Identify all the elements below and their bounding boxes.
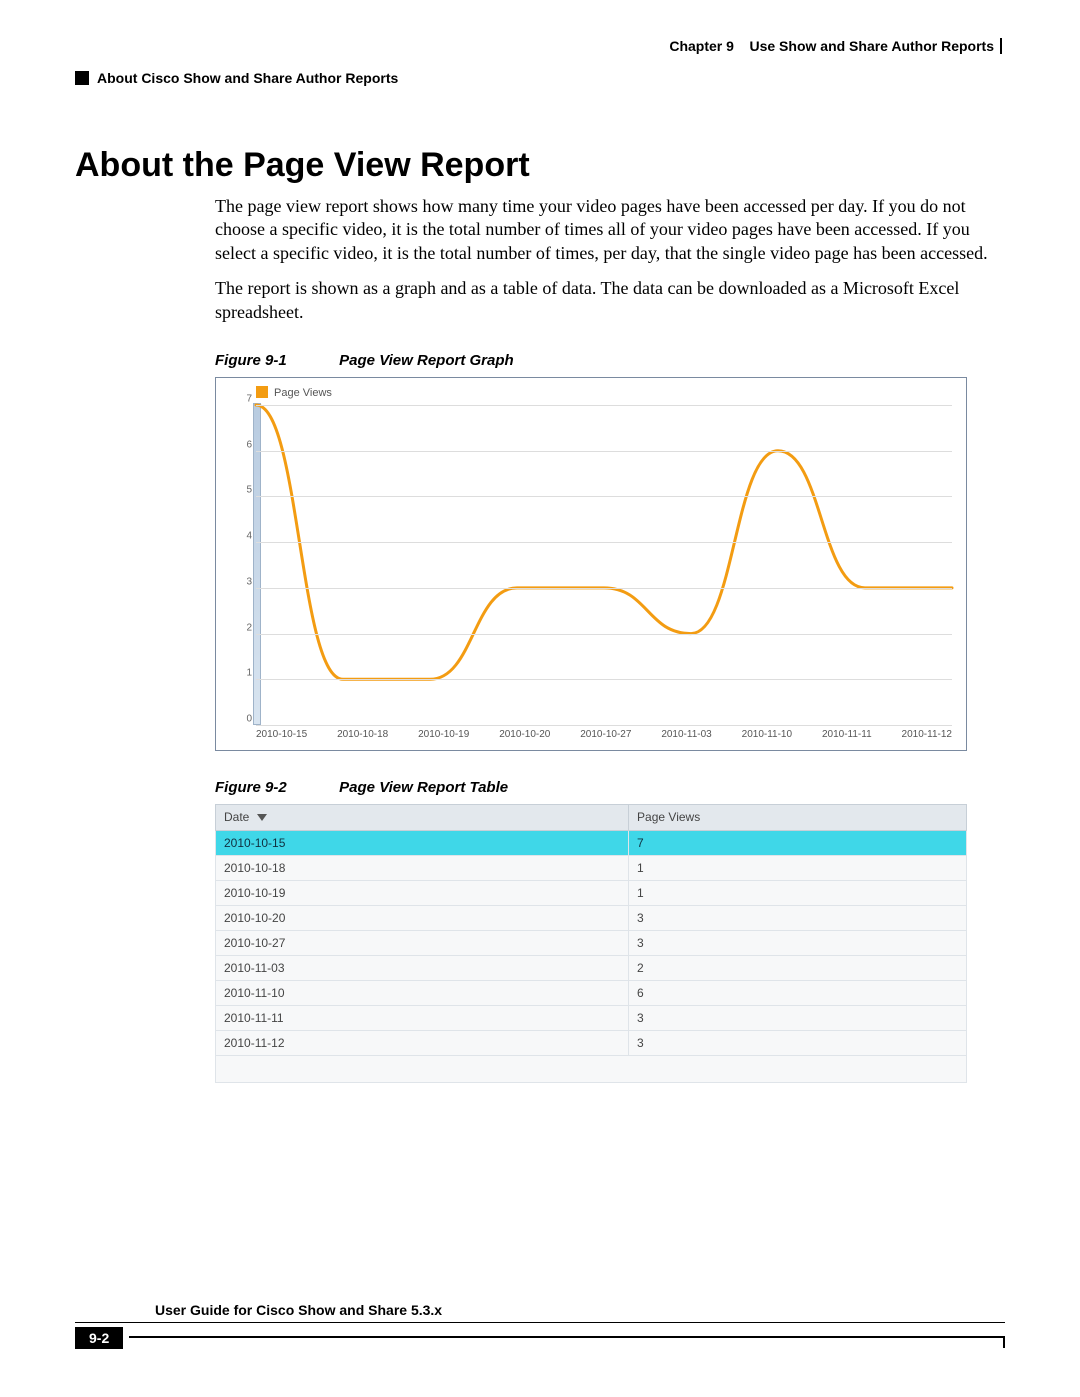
cell-date: 2010-10-19 [216,880,629,905]
body-text: The page view report shows how many time… [215,195,1005,324]
table-header-date-label: Date [224,810,249,824]
table-header-views-label: Page Views [637,810,700,824]
table-row[interactable]: 2010-10-273 [216,930,967,955]
x-tick-label: 2010-10-15 [256,729,307,740]
x-tick-label: 2010-10-19 [418,729,469,740]
figure-2-number: Figure 9-2 [215,779,335,796]
cell-date: 2010-11-12 [216,1030,629,1055]
x-tick-label: 2010-11-12 [902,729,952,740]
table-header-date[interactable]: Date [216,804,629,830]
chart-legend: Page Views [256,386,956,399]
x-tick-label: 2010-10-18 [337,729,388,740]
y-tick-label: 5 [246,485,252,496]
paragraph-2: The report is shown as a graph and as a … [215,277,1005,324]
cell-date: 2010-10-18 [216,855,629,880]
chapter-title: Use Show and Share Author Reports [749,38,994,54]
cell-date: 2010-11-10 [216,980,629,1005]
legend-swatch-icon [256,386,268,398]
cell-date: 2010-10-27 [216,930,629,955]
table-row[interactable]: 2010-10-203 [216,905,967,930]
page-number: 9-2 [75,1327,123,1349]
table-row[interactable]: 2010-10-157 [216,830,967,855]
cell-views: 3 [629,1005,967,1030]
y-tick-label: 0 [246,713,252,724]
section-heading: About the Page View Report [75,146,1005,185]
table-row-empty [216,1055,967,1082]
cell-views: 7 [629,830,967,855]
x-tick-label: 2010-11-03 [661,729,711,740]
cell-date: 2010-10-15 [216,830,629,855]
cell-date: 2010-11-11 [216,1005,629,1030]
x-tick-label: 2010-11-11 [822,729,872,740]
x-tick-label: 2010-11-10 [742,729,792,740]
chart-plot-area: 01234567 [256,405,952,725]
page-view-table: Date Page Views 2010-10-1572010-10-18120… [215,804,967,1083]
footer-guide-title: User Guide for Cisco Show and Share 5.3.… [75,1302,1005,1323]
table-row[interactable]: 2010-11-032 [216,955,967,980]
chart-x-axis: 2010-10-15 2010-10-18 2010-10-19 2010-10-20… [256,729,952,740]
y-tick-label: 6 [246,439,252,450]
chapter-label: Chapter 9 [669,38,734,54]
paragraph-1: The page view report shows how many time… [215,195,1005,265]
table-row[interactable]: 2010-10-181 [216,855,967,880]
sort-descending-icon [257,811,267,825]
y-tick-label: 1 [246,668,252,679]
x-tick-label: 2010-10-20 [499,729,550,740]
y-tick-label: 3 [246,576,252,587]
cell-views: 3 [629,905,967,930]
figure-1-caption: Figure 9-1 Page View Report Graph [215,352,1005,369]
breadcrumb-text: About Cisco Show and Share Author Report… [97,70,398,86]
figure-1-title: Page View Report Graph [339,352,514,369]
table-row[interactable]: 2010-11-106 [216,980,967,1005]
square-bullet-icon [75,71,89,85]
y-tick-label: 7 [246,393,252,404]
cell-views: 2 [629,955,967,980]
cell-views: 6 [629,980,967,1005]
page-view-chart: Page Views 01234567 2010-10-152010-10-18… [215,377,967,751]
figure-2-title: Page View Report Table [339,779,508,796]
cell-date: 2010-10-20 [216,905,629,930]
cell-views: 3 [629,930,967,955]
page-footer: User Guide for Cisco Show and Share 5.3.… [75,1302,1005,1349]
table-row[interactable]: 2010-11-113 [216,1005,967,1030]
figure-2-caption: Figure 9-2 Page View Report Table [215,779,1005,796]
y-tick-label: 2 [246,622,252,633]
breadcrumb: About Cisco Show and Share Author Report… [75,70,1005,86]
chart-line-svg [256,405,952,725]
cell-views: 1 [629,880,967,905]
cell-views: 1 [629,855,967,880]
table-row[interactable]: 2010-10-191 [216,880,967,905]
figure-1-number: Figure 9-1 [215,352,335,369]
footer-rule [129,1336,1005,1348]
x-tick-label: 2010-10-27 [580,729,631,740]
legend-label: Page Views [274,387,332,399]
cell-views: 3 [629,1030,967,1055]
table-row[interactable]: 2010-11-123 [216,1030,967,1055]
page-header: Chapter 9 Use Show and Share Author Repo… [75,38,1005,54]
table-header-views[interactable]: Page Views [629,804,967,830]
y-tick-label: 4 [246,531,252,542]
cell-date: 2010-11-03 [216,955,629,980]
